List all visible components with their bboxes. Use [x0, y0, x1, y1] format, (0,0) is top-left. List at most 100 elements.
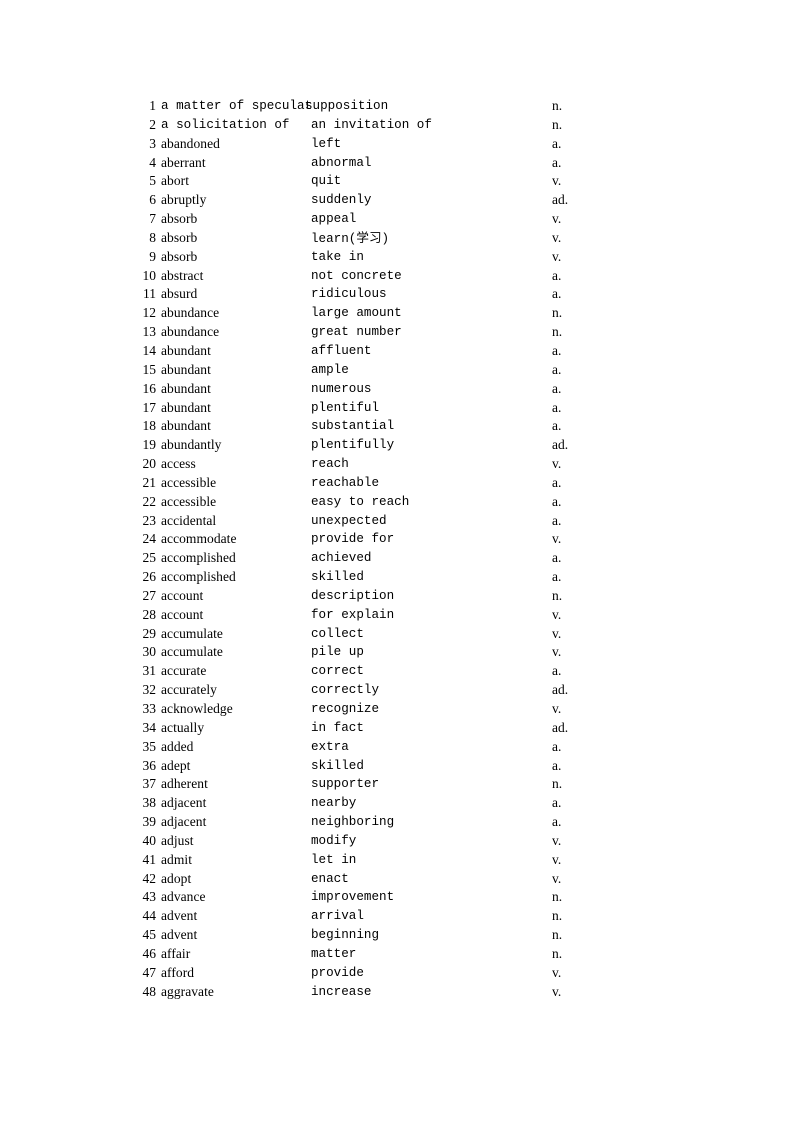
- synonym-definition: for explain: [311, 607, 395, 622]
- synonym-definition: great number: [311, 325, 402, 340]
- part-of-speech: v.: [552, 644, 562, 660]
- row-number: 32: [142, 682, 157, 698]
- synonym-definition: abnormal: [311, 155, 372, 170]
- synonym-definition: extra: [311, 739, 349, 754]
- synonym-definition: correct: [311, 664, 364, 679]
- table-row: 31 accurate correct a.: [131, 662, 671, 681]
- part-of-speech: v.: [552, 531, 562, 547]
- synonym-definition: plentiful: [311, 400, 380, 415]
- table-row: 36 adept skilled a.: [131, 757, 671, 776]
- vocabulary-term: accessible: [161, 493, 217, 509]
- table-row: 19 abundantly plentifully ad.: [131, 436, 671, 455]
- synonym-definition: ridiculous: [311, 287, 387, 302]
- table-row: 43 advance improvement n.: [131, 888, 671, 907]
- row-number: 1: [149, 98, 156, 113]
- vocabulary-term: abruptly: [161, 192, 207, 208]
- vocabulary-term: admit: [161, 851, 192, 867]
- row-number: 3: [149, 135, 156, 151]
- table-row: 17 abundant plentiful a.: [131, 399, 671, 418]
- part-of-speech: n.: [552, 116, 563, 132]
- part-of-speech: a.: [552, 135, 562, 151]
- table-row: 30 accumulate pile up v.: [131, 643, 671, 662]
- table-row: 15 abundant ample a.: [131, 361, 671, 380]
- synonym-definition: affluent: [311, 343, 372, 358]
- synonym-definition: left: [311, 136, 342, 151]
- vocabulary-term: adjust: [161, 832, 194, 848]
- row-number: 45: [142, 927, 157, 943]
- table-row: 2 a solicitation of an invitation of n.: [131, 116, 671, 135]
- synonym-definition: learn(学习): [311, 229, 390, 246]
- synonym-definition: reach: [311, 457, 349, 472]
- row-number: 18: [142, 418, 157, 434]
- part-of-speech: v.: [552, 625, 562, 641]
- row-number: 19: [142, 437, 157, 453]
- row-number: 31: [142, 663, 157, 679]
- table-row: 13 abundance great number n.: [131, 323, 671, 342]
- vocabulary-term: accumulate: [161, 644, 223, 660]
- table-row: 39 adjacent neighboring a.: [131, 813, 671, 832]
- part-of-speech: v.: [552, 964, 562, 980]
- table-row: 11 absurd ridiculous a.: [131, 285, 671, 304]
- synonym-definition: plentifully: [311, 438, 395, 453]
- table-row: 47 afford provide v.: [131, 964, 671, 983]
- row-number: 8: [149, 229, 156, 245]
- table-row: 12 abundance large amount n.: [131, 304, 671, 323]
- row-number: 44: [142, 908, 157, 924]
- row-number: 11: [143, 286, 156, 302]
- part-of-speech: v.: [552, 606, 562, 622]
- row-number: 37: [142, 776, 157, 792]
- vocabulary-term: accomplished: [161, 569, 236, 585]
- vocabulary-term: added: [161, 738, 194, 754]
- vocabulary-term: absorb: [161, 229, 198, 245]
- synonym-definition: skilled: [311, 758, 364, 773]
- vocabulary-term: adopt: [161, 870, 192, 886]
- vocabulary-term: accurate: [161, 663, 207, 679]
- row-number: 21: [142, 474, 157, 490]
- part-of-speech: a.: [552, 493, 562, 509]
- vocabulary-term: abundance: [161, 305, 220, 321]
- table-row: 3 abandoned left a.: [131, 135, 671, 154]
- part-of-speech: n.: [552, 587, 563, 603]
- row-number: 35: [142, 738, 157, 754]
- part-of-speech: a.: [552, 738, 562, 754]
- synonym-definition: neighboring: [311, 815, 395, 830]
- vocabulary-term: abundance: [161, 324, 220, 340]
- synonym-definition: ample: [311, 362, 349, 377]
- vocabulary-term: absurd: [161, 286, 198, 302]
- vocabulary-term: accidental: [161, 512, 217, 528]
- row-number: 48: [142, 983, 157, 999]
- row-number: 9: [149, 248, 156, 264]
- part-of-speech: n.: [552, 776, 563, 792]
- part-of-speech: a.: [552, 342, 562, 358]
- table-row: 48 aggravate increase v.: [131, 983, 671, 1002]
- synonym-definition: appeal: [311, 212, 357, 227]
- table-row: 20 access reach v.: [131, 455, 671, 474]
- row-number: 7: [149, 211, 156, 227]
- table-row: 23 accidental unexpected a.: [131, 512, 671, 531]
- synonym-definition: quit: [311, 174, 342, 189]
- cjk-gloss: 学习: [356, 229, 382, 245]
- table-row: 1 a matter of speculat supposition n.: [131, 97, 671, 116]
- vocabulary-term: afford: [161, 964, 195, 980]
- table-row: 8 absorb learn(学习) v.: [131, 229, 671, 248]
- part-of-speech: a.: [552, 757, 562, 773]
- vocabulary-term: abort: [161, 173, 189, 189]
- vocabulary-term: account: [161, 587, 204, 603]
- row-number: 16: [142, 380, 157, 396]
- part-of-speech: a.: [552, 399, 562, 415]
- row-number: 34: [142, 719, 157, 735]
- synonym-definition: recognize: [311, 702, 380, 716]
- table-row: 21 accessible reachable a.: [131, 474, 671, 493]
- part-of-speech: n.: [552, 98, 563, 113]
- vocabulary-term: abundant: [161, 399, 211, 415]
- vocabulary-term: accommodate: [161, 531, 237, 547]
- synonym-definition: modify: [311, 833, 357, 848]
- part-of-speech: v.: [552, 701, 562, 716]
- vocabulary-term: absorb: [161, 248, 198, 264]
- row-number: 27: [142, 587, 157, 603]
- table-row: 38 adjacent nearby a.: [131, 794, 671, 813]
- vocabulary-term: accumulate: [161, 625, 223, 641]
- part-of-speech: v.: [552, 851, 562, 867]
- synonym-definition: unexpected: [311, 513, 387, 528]
- table-row: 46 affair matter n.: [131, 945, 671, 964]
